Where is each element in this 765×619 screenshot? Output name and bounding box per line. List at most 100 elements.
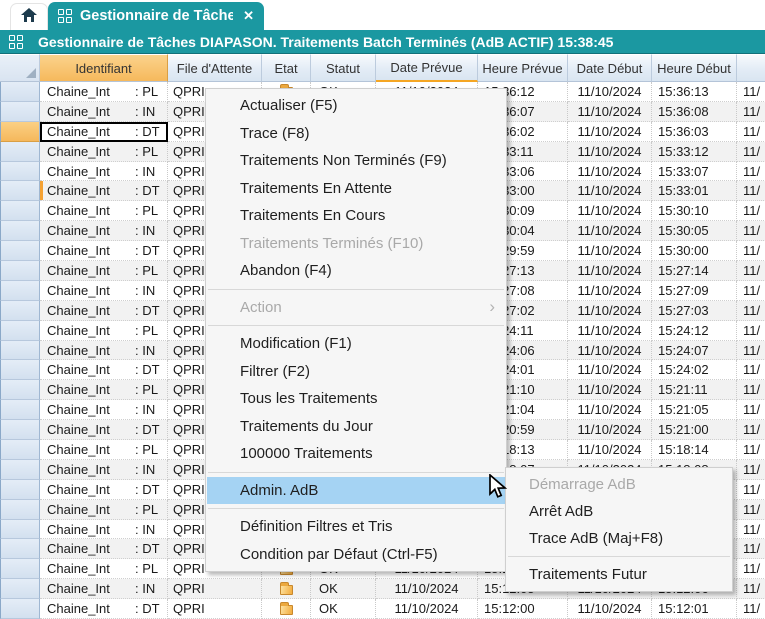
menu-item-filtrer-f2[interactable]: Filtrer (F2) bbox=[207, 358, 505, 386]
cell-date-fin[interactable]: 11/ bbox=[737, 559, 765, 579]
row-selector[interactable] bbox=[0, 142, 40, 162]
cell-date-prevue[interactable]: 11/10/2024 bbox=[376, 579, 478, 599]
tab-home[interactable] bbox=[10, 3, 48, 30]
cell-date-debut[interactable]: 11/10/2024 bbox=[568, 102, 652, 122]
row-selector[interactable] bbox=[0, 261, 40, 281]
cell-heure-debut[interactable]: 15:33:12 bbox=[652, 142, 737, 162]
submenu-item-trace-adb-maj-f8[interactable]: Trace AdB (Maj+F8) bbox=[507, 525, 731, 552]
cell-date-debut[interactable]: 11/10/2024 bbox=[568, 420, 652, 440]
cell-date-fin[interactable]: 11/ bbox=[737, 460, 765, 480]
menu-item-admin-adb[interactable]: Admin. AdB› bbox=[207, 477, 505, 505]
cell-heure-debut[interactable]: 15:21:05 bbox=[652, 400, 737, 420]
select-all-corner[interactable] bbox=[0, 54, 40, 82]
cell-date-fin[interactable]: 11/ bbox=[737, 321, 765, 341]
row-selector[interactable] bbox=[0, 281, 40, 301]
cell-heure-debut[interactable]: 15:30:00 bbox=[652, 241, 737, 261]
menu-item-100000-traitements[interactable]: 100000 Traitements bbox=[207, 440, 505, 468]
cell-identifiant[interactable]: Chaine_Int: DT bbox=[40, 539, 168, 559]
column-header-date-d-but[interactable]: Date Début bbox=[568, 54, 652, 82]
cell-date-debut[interactable]: 11/10/2024 bbox=[568, 301, 652, 321]
cell-date-fin[interactable]: 11/ bbox=[737, 440, 765, 460]
submenu-item-traitements-futur[interactable]: Traitements Futur bbox=[507, 561, 731, 588]
menu-item-condition-par-d-faut-ctrl-f5[interactable]: Condition par Défaut (Ctrl-F5) bbox=[207, 541, 505, 569]
cell-date-fin[interactable]: 11/ bbox=[737, 599, 765, 619]
cell-date-fin[interactable]: 11/ bbox=[737, 82, 765, 102]
cell-date-debut[interactable]: 11/10/2024 bbox=[568, 82, 652, 102]
column-header-statut[interactable]: Statut bbox=[311, 54, 376, 82]
cell-date-fin[interactable]: 11/ bbox=[737, 122, 765, 142]
column-header-date-pr-vue[interactable]: Date Prévue bbox=[376, 54, 478, 82]
column-header-etat[interactable]: Etat bbox=[262, 54, 311, 82]
cell-file-attente[interactable]: QPRI bbox=[168, 579, 262, 599]
cell-date-fin[interactable]: 11/ bbox=[737, 520, 765, 540]
row-selector[interactable] bbox=[0, 221, 40, 241]
cell-identifiant[interactable]: Chaine_Int: IN bbox=[40, 341, 168, 361]
cell-etat[interactable] bbox=[262, 599, 311, 619]
cell-date-debut[interactable]: 11/10/2024 bbox=[568, 201, 652, 221]
cell-date-fin[interactable]: 11/ bbox=[737, 241, 765, 261]
cell-heure-debut[interactable]: 15:36:03 bbox=[652, 122, 737, 142]
cell-heure-debut[interactable]: 15:21:00 bbox=[652, 420, 737, 440]
cell-date-debut[interactable]: 11/10/2024 bbox=[568, 261, 652, 281]
cell-identifiant[interactable]: Chaine_Int: IN bbox=[40, 579, 168, 599]
cell-heure-debut[interactable]: 15:24:02 bbox=[652, 360, 737, 380]
cell-identifiant[interactable]: Chaine_Int: PL bbox=[40, 559, 168, 579]
row-selector[interactable] bbox=[0, 82, 40, 102]
row-selector[interactable] bbox=[0, 520, 40, 540]
cell-date-debut[interactable]: 11/10/2024 bbox=[568, 321, 652, 341]
cell-date-fin[interactable]: 11/ bbox=[737, 360, 765, 380]
menu-item-modification-f1[interactable]: Modification (F1) bbox=[207, 330, 505, 358]
cell-identifiant[interactable]: Chaine_Int: IN bbox=[40, 400, 168, 420]
row-selector[interactable] bbox=[0, 162, 40, 182]
cell-date-fin[interactable]: 11/ bbox=[737, 500, 765, 520]
close-icon[interactable]: ✕ bbox=[243, 8, 254, 24]
cell-heure-debut[interactable]: 15:27:09 bbox=[652, 281, 737, 301]
cell-identifiant[interactable]: Chaine_Int: PL bbox=[40, 261, 168, 281]
row-selector[interactable] bbox=[0, 380, 40, 400]
cell-identifiant[interactable]: Chaine_Int: DT bbox=[40, 480, 168, 500]
row-selector[interactable] bbox=[0, 201, 40, 221]
cell-date-debut[interactable]: 11/10/2024 bbox=[568, 221, 652, 241]
cell-heure-debut[interactable]: 15:30:10 bbox=[652, 201, 737, 221]
cell-identifiant[interactable]: Chaine_Int: PL bbox=[40, 82, 168, 102]
cell-date-fin[interactable]: 11/ bbox=[737, 142, 765, 162]
row-selector[interactable] bbox=[0, 539, 40, 559]
row-selector[interactable] bbox=[0, 480, 40, 500]
cell-identifiant[interactable]: Chaine_Int: IN bbox=[40, 281, 168, 301]
cell-date-debut[interactable]: 11/10/2024 bbox=[568, 341, 652, 361]
cell-date-fin[interactable]: 11/ bbox=[737, 380, 765, 400]
cell-statut[interactable]: OK bbox=[311, 599, 376, 619]
cell-date-fin[interactable]: 11/ bbox=[737, 301, 765, 321]
column-header-d[interactable]: D bbox=[737, 54, 765, 82]
row-selector[interactable] bbox=[0, 122, 40, 142]
column-header-heure-pr-vue[interactable]: Heure Prévue bbox=[478, 54, 568, 82]
row-selector[interactable] bbox=[0, 400, 40, 420]
cell-date-fin[interactable]: 11/ bbox=[737, 181, 765, 201]
menu-item-traitements-en-attente[interactable]: Traitements En Attente bbox=[207, 175, 505, 203]
cell-identifiant[interactable]: Chaine_Int: PL bbox=[40, 142, 168, 162]
cell-heure-debut[interactable]: 15:21:11 bbox=[652, 380, 737, 400]
tab-gestionnaire-de-taches[interactable]: Gestionnaire de Tâches... ✕ bbox=[48, 2, 264, 30]
cell-date-debut[interactable]: 11/10/2024 bbox=[568, 380, 652, 400]
submenu-item-arr-t-adb[interactable]: Arrêt AdB bbox=[507, 498, 731, 525]
cell-date-fin[interactable]: 11/ bbox=[737, 162, 765, 182]
menu-item-actualiser-f5[interactable]: Actualiser (F5) bbox=[207, 92, 505, 120]
cell-heure-debut[interactable]: 15:27:14 bbox=[652, 261, 737, 281]
row-selector[interactable] bbox=[0, 440, 40, 460]
cell-date-fin[interactable]: 11/ bbox=[737, 261, 765, 281]
cell-identifiant[interactable]: Chaine_Int: PL bbox=[40, 380, 168, 400]
cell-date-fin[interactable]: 11/ bbox=[737, 102, 765, 122]
column-header-file-d-attente[interactable]: File d'Attente bbox=[168, 54, 262, 82]
cell-statut[interactable]: OK bbox=[311, 579, 376, 599]
cell-date-debut[interactable]: 11/10/2024 bbox=[568, 400, 652, 420]
row-selector[interactable] bbox=[0, 500, 40, 520]
cell-identifiant[interactable]: Chaine_Int: DT bbox=[40, 181, 168, 201]
cell-heure-debut[interactable]: 15:30:05 bbox=[652, 221, 737, 241]
cell-date-fin[interactable]: 11/ bbox=[737, 221, 765, 241]
row-selector[interactable] bbox=[0, 599, 40, 619]
cell-heure-debut[interactable]: 15:33:01 bbox=[652, 181, 737, 201]
cell-heure-debut[interactable]: 15:24:07 bbox=[652, 341, 737, 361]
menu-item-abandon-f4[interactable]: Abandon (F4) bbox=[207, 257, 505, 285]
column-header-identifiant[interactable]: Identifiant bbox=[40, 54, 168, 82]
menu-item-traitements-non-termin-s-f9[interactable]: Traitements Non Terminés (F9) bbox=[207, 147, 505, 175]
